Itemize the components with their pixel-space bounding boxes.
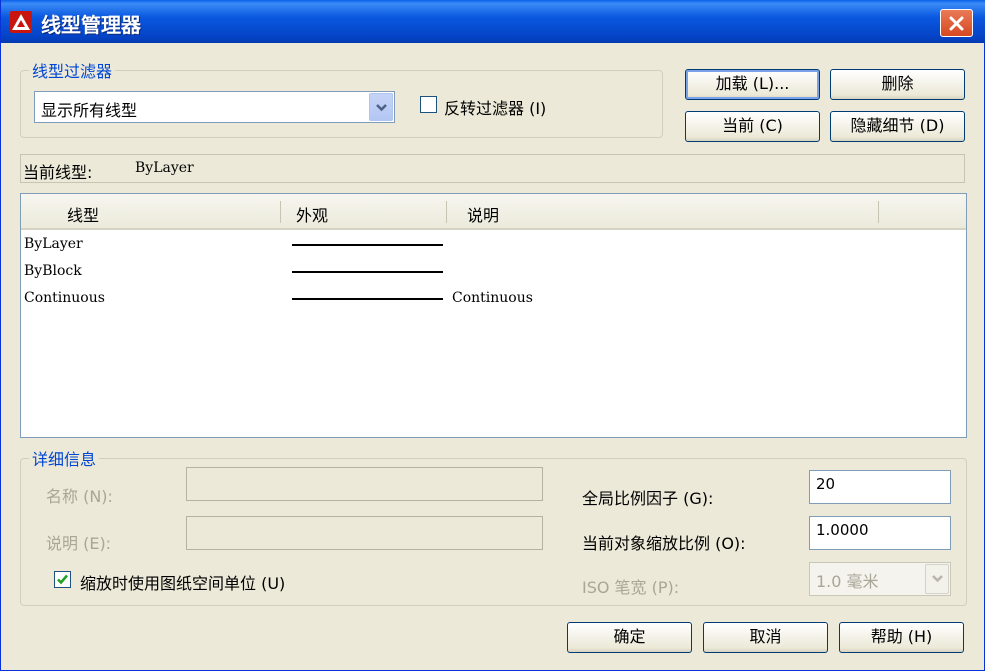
name-label: 名称 (N): <box>46 487 113 506</box>
chevron-down-icon <box>376 104 387 112</box>
global-scale-input[interactable]: 20 <box>809 470 951 504</box>
dropdown-arrow-button[interactable] <box>925 564 949 594</box>
list-row[interactable]: ByBlock <box>21 258 966 285</box>
column-divider[interactable] <box>280 201 281 223</box>
window-title: 线型管理器 <box>41 13 141 37</box>
description-field[interactable] <box>186 516 543 550</box>
column-header-description[interactable]: 说明 <box>467 202 499 226</box>
linetype-list[interactable]: 线型 外观 说明 ByLayer ByBlock Continuous Cont… <box>20 193 967 438</box>
description-label: 说明 (E): <box>46 534 112 553</box>
linetype-appearance-line <box>292 244 443 246</box>
close-icon <box>949 16 964 31</box>
paper-space-units-label: 缩放时使用图纸空间单位 (U) <box>80 574 286 593</box>
checkmark-icon <box>57 574 68 585</box>
object-scale-label: 当前对象缩放比例 (O): <box>582 534 746 553</box>
column-header-appearance[interactable]: 外观 <box>296 202 328 226</box>
details-legend: 详细信息 <box>32 450 97 469</box>
cancel-button[interactable]: 取消 <box>703 622 828 653</box>
invert-filter-checkbox[interactable] <box>420 96 437 113</box>
column-divider[interactable] <box>878 201 879 223</box>
linetype-appearance-line <box>292 271 443 273</box>
autocad-app-icon <box>10 11 32 33</box>
linetype-filter-legend: 线型过滤器 <box>32 62 113 81</box>
hide-details-button[interactable]: 隐藏细节 (D) <box>830 111 965 142</box>
set-current-button[interactable]: 当前 (C) <box>685 111 820 142</box>
list-row[interactable]: ByLayer <box>21 231 966 258</box>
column-divider[interactable] <box>446 201 447 223</box>
linetype-description: Continuous <box>452 290 533 306</box>
chevron-down-icon <box>932 575 943 583</box>
dropdown-arrow-button[interactable] <box>369 93 393 121</box>
linetype-name: Continuous <box>24 290 105 306</box>
help-button[interactable]: 帮助 (H) <box>839 622 964 653</box>
paper-space-units-checkbox[interactable] <box>54 571 71 588</box>
name-field[interactable] <box>186 467 543 501</box>
invert-filter-label: 反转过滤器 (I) <box>444 99 547 118</box>
delete-button[interactable]: 删除 <box>830 69 965 100</box>
linetype-filter-value: 显示所有线型 <box>41 101 138 120</box>
linetype-filter-select[interactable]: 显示所有线型 <box>34 91 395 123</box>
close-button[interactable] <box>940 9 973 37</box>
column-header-linetype[interactable]: 线型 <box>67 202 99 226</box>
linetype-manager-dialog: 线型管理器 线型过滤器 显示所有线型 反转过滤器 (I) 加载 (L)... 删… <box>0 0 985 671</box>
current-linetype-value: ByLayer <box>135 160 194 176</box>
global-scale-label: 全局比例因子 (G): <box>582 489 714 508</box>
iso-pen-width-select[interactable]: 1.0 毫米 <box>809 562 951 596</box>
title-bar[interactable]: 线型管理器 <box>1 0 985 43</box>
linetype-name: ByBlock <box>24 263 82 279</box>
current-linetype-bar: 当前线型: ByLayer <box>20 154 965 183</box>
list-row[interactable]: Continuous Continuous <box>21 285 966 312</box>
iso-pen-width-label: ISO 笔宽 (P): <box>582 578 680 597</box>
load-button[interactable]: 加载 (L)... <box>685 69 820 100</box>
list-header: 线型 外观 说明 <box>21 194 966 230</box>
object-scale-input[interactable]: 1.0000 <box>809 516 951 550</box>
iso-pen-width-value: 1.0 毫米 <box>816 572 879 591</box>
linetype-appearance-line <box>292 298 443 300</box>
ok-button[interactable]: 确定 <box>567 622 692 653</box>
current-linetype-label: 当前线型: <box>23 163 93 182</box>
linetype-name: ByLayer <box>24 236 83 252</box>
